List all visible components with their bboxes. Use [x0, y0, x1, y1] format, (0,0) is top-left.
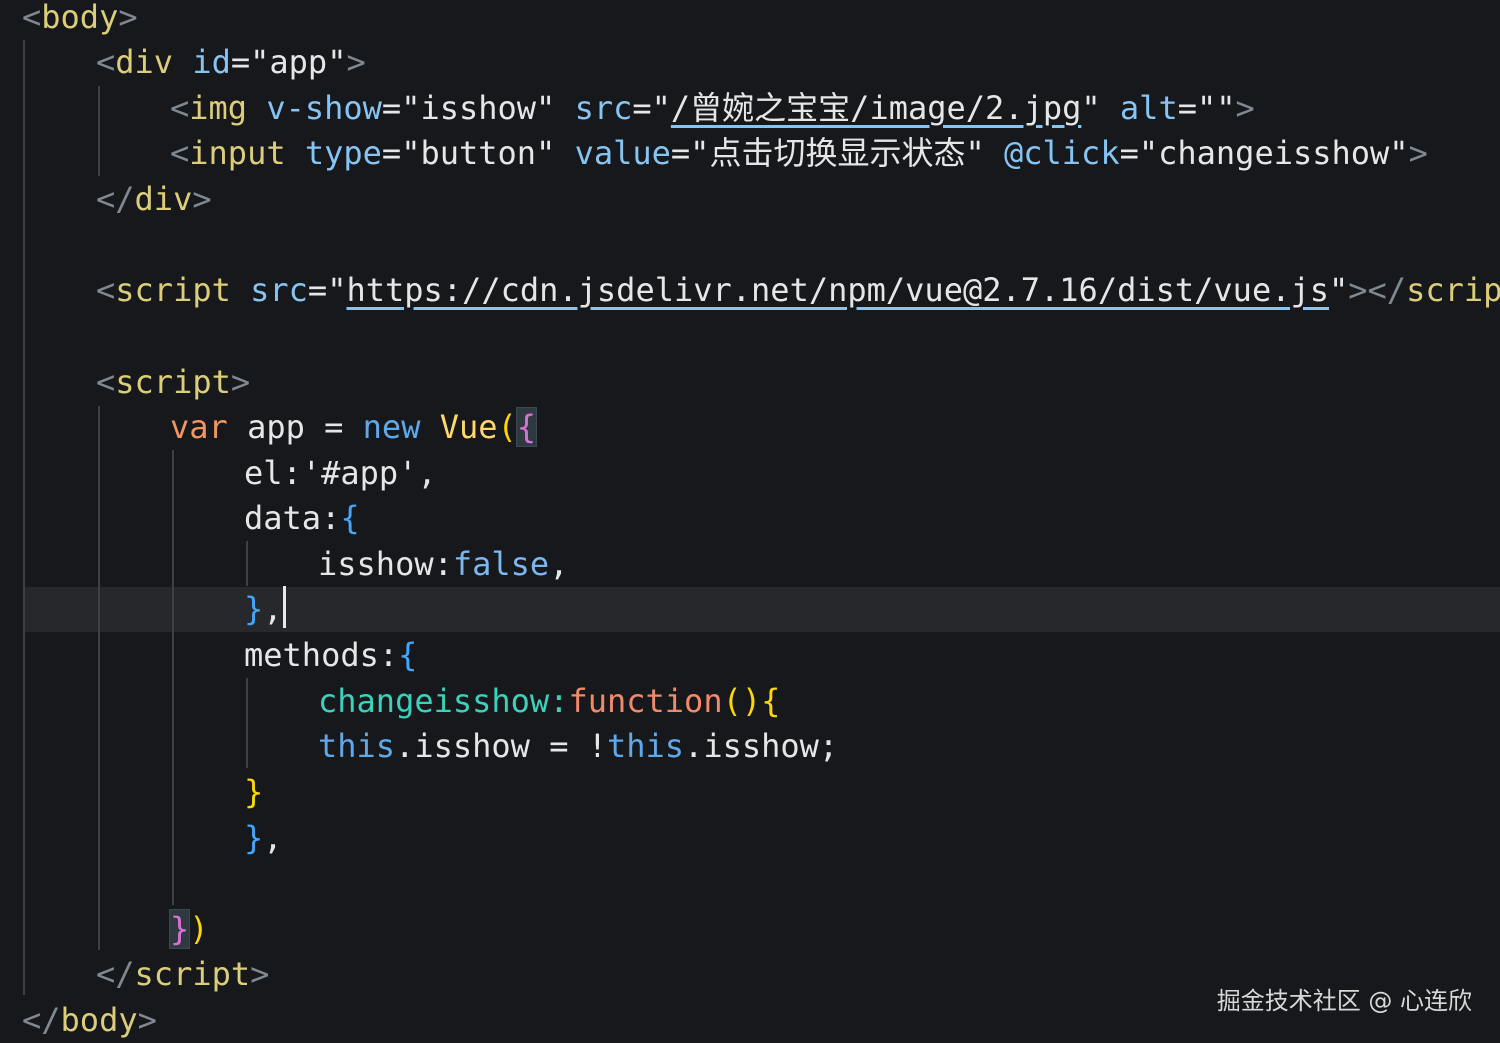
attribute-value: "button" [401, 134, 556, 172]
text-cursor [282, 586, 286, 628]
matched-bracket: { [515, 407, 538, 447]
code-line: }) [168, 909, 209, 949]
property: methods: [244, 636, 399, 674]
code-line: el:'#app', [244, 454, 437, 492]
code-editor[interactable]: <body> <div id="app"> <img v-show="issho… [0, 0, 1500, 1042]
attribute-name: v-show [266, 89, 382, 127]
tag-name: script [1406, 271, 1500, 309]
attribute-name: id [192, 43, 231, 81]
indent-guide [98, 86, 100, 176]
code-line: <input type="button" value="点击切换显示状态" @c… [170, 134, 1428, 172]
code-line: </script> [96, 955, 270, 993]
tag-name: script [115, 271, 231, 309]
attribute-name: type [304, 134, 382, 172]
indent-guide [246, 678, 248, 768]
attribute-value: "点击切换显示状态" [690, 134, 985, 172]
attribute-value: "" [1196, 89, 1236, 127]
indent-guide [246, 541, 248, 586]
code-line: isshow:false, [318, 545, 569, 583]
attribute-name: @click [1003, 134, 1120, 172]
attribute-name: src [250, 271, 308, 309]
tag-name: div [134, 180, 193, 218]
code-line: <script src="https://cdn.jsdelivr.net/np… [96, 267, 1500, 313]
cdn-url-link[interactable]: https://cdn.jsdelivr.net/npm/vue@2.7.16/… [346, 271, 1329, 309]
code-line: <img v-show="isshow" src="/曾婉之宝宝/image/2… [170, 89, 1255, 127]
code-line: data:{ [244, 499, 360, 537]
tag-name: script [115, 363, 231, 401]
class-name: Vue [439, 408, 498, 446]
attribute-name: value [574, 134, 671, 172]
keyword: this [318, 727, 396, 765]
matched-bracket: } [168, 909, 191, 949]
keyword: var [170, 408, 228, 446]
indent-guide [172, 450, 174, 905]
indent-guide [98, 406, 100, 950]
property: data: [244, 499, 341, 537]
code-line: this.isshow = !this.isshow; [318, 727, 839, 765]
code-line: <script> [96, 363, 251, 401]
method-name: changeisshow [318, 682, 550, 720]
code-line: </div> [96, 180, 212, 218]
code-line: }, [244, 819, 283, 857]
code-line: changeisshow:function(){ [318, 682, 781, 720]
code-line: </body> [22, 1001, 157, 1039]
property: isshow: [318, 545, 453, 583]
tag-name: body [41, 0, 119, 36]
code-line: } [244, 773, 264, 811]
indent-guide [23, 40, 25, 995]
tag-name: body [60, 1001, 138, 1039]
boolean-value: false [452, 545, 550, 583]
watermark: 掘金技术社区 @ 心连欣 [1216, 987, 1472, 1015]
tag-name: script [134, 955, 251, 993]
keyword: new [362, 408, 421, 446]
code-line: <div id="app"> [96, 43, 366, 81]
property: el: [244, 454, 302, 492]
code-line: <body> [22, 0, 138, 36]
string-value: '#app' [301, 454, 418, 492]
tag-name: div [115, 43, 174, 81]
attribute-value: "changeisshow" [1138, 134, 1409, 172]
keyword: function [568, 682, 723, 720]
attribute-value: "isshow" [401, 89, 556, 127]
keyword: this [606, 727, 685, 765]
tag-name: img [189, 89, 248, 127]
attribute-name: src [574, 89, 633, 127]
attribute-value: "app" [250, 43, 347, 81]
tag-name: input [189, 134, 286, 172]
attribute-name: alt [1119, 89, 1178, 127]
code-line: var app = new Vue({ [170, 407, 538, 447]
code-line-current: }, [244, 586, 286, 632]
code-line: methods:{ [244, 636, 418, 674]
image-path-link[interactable]: /曾婉之宝宝/image/2.jpg [671, 89, 1081, 127]
identifier: app [247, 408, 305, 446]
